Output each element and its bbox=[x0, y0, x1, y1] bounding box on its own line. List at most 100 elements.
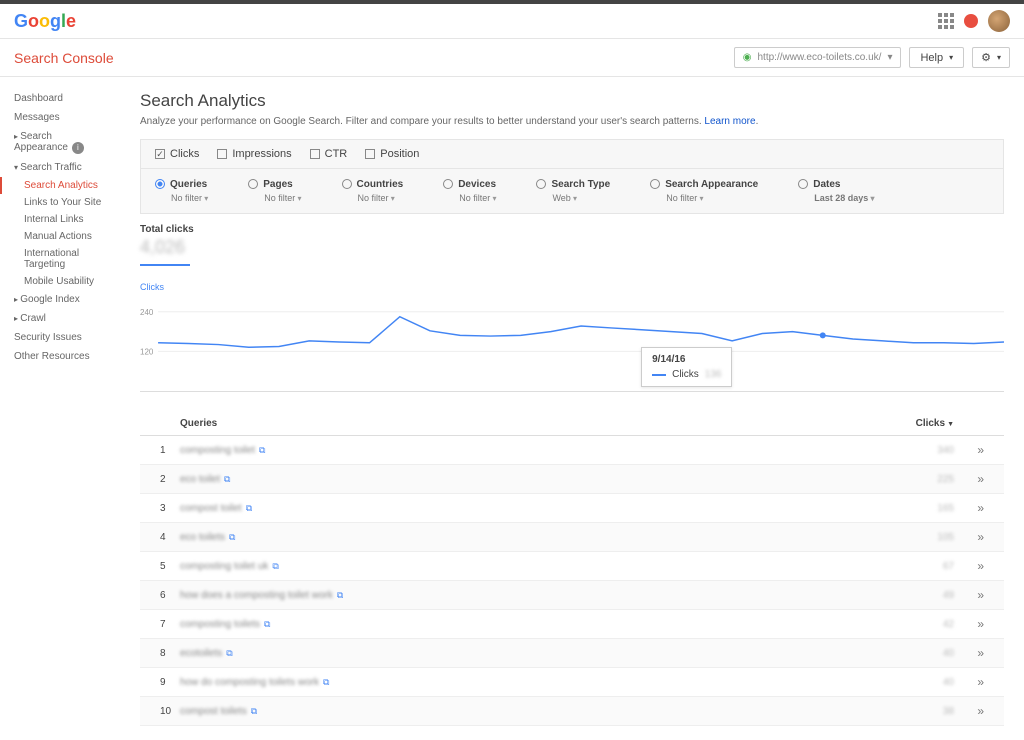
sidebar-item-internal-links[interactable]: Internal Links bbox=[0, 211, 120, 228]
help-button[interactable]: Help ▾ bbox=[909, 47, 964, 68]
table-row[interactable]: 1composting toilet⧉340» bbox=[140, 436, 1004, 465]
table-row[interactable]: 2eco toilet⧉225» bbox=[140, 465, 1004, 494]
metric-impressions[interactable]: Impressions bbox=[217, 148, 291, 160]
tooltip-label: Clicks bbox=[672, 369, 699, 380]
sidebar-item-intl-targeting[interactable]: International Targeting bbox=[0, 245, 120, 273]
sidebar-item-security[interactable]: Security Issues bbox=[0, 328, 120, 347]
chevron-right-icon[interactable]: » bbox=[977, 617, 984, 631]
table-row[interactable]: 6how does a composting toilet work⧉49 » bbox=[140, 581, 1004, 610]
row-clicks: 49 bbox=[894, 590, 954, 601]
sidebar-item-dashboard[interactable]: Dashboard bbox=[0, 89, 120, 108]
row-index: 10 bbox=[160, 706, 180, 717]
radio-icon bbox=[248, 179, 258, 189]
external-link-icon[interactable]: ⧉ bbox=[259, 445, 265, 455]
row-clicks: 40 bbox=[894, 677, 954, 688]
property-selector[interactable]: ◉ http://www.eco-toilets.co.uk/ ▾ bbox=[734, 47, 902, 68]
console-title[interactable]: Search Console bbox=[14, 50, 114, 66]
legend-line bbox=[652, 374, 666, 376]
row-clicks: 38 bbox=[894, 706, 954, 717]
row-clicks: 67 bbox=[894, 561, 954, 572]
table-row[interactable]: 7composting toilets⧉42» bbox=[140, 610, 1004, 639]
chevron-down-icon: ▾ bbox=[887, 52, 892, 63]
chevron-right-icon[interactable]: » bbox=[977, 704, 984, 718]
external-link-icon[interactable]: ⧉ bbox=[224, 474, 230, 484]
sidebar-item-links[interactable]: Links to Your Site bbox=[0, 194, 120, 211]
row-query: compost toilet⧉ bbox=[180, 503, 894, 514]
sidebar-item-search-appearance[interactable]: Search Appearancei bbox=[0, 127, 120, 158]
table-row[interactable]: 9how do composting toilets work⧉40» bbox=[140, 668, 1004, 697]
apps-icon[interactable] bbox=[938, 13, 954, 29]
avatar[interactable] bbox=[988, 10, 1010, 32]
google-logo[interactable]: Google bbox=[14, 11, 76, 32]
info-badge: i bbox=[72, 142, 84, 154]
sidebar-item-other[interactable]: Other Resources bbox=[0, 347, 120, 366]
external-link-icon[interactable]: ⧉ bbox=[337, 590, 343, 600]
settings-button[interactable]: ⚙ ▾ bbox=[972, 47, 1010, 68]
sidebar-item-search-analytics[interactable]: Search Analytics bbox=[0, 177, 120, 194]
external-link-icon[interactable]: ⧉ bbox=[272, 561, 278, 571]
dimension-dates[interactable]: DatesLast 28 days bbox=[798, 179, 874, 203]
metric-clicks[interactable]: Clicks bbox=[155, 148, 199, 160]
dimension-search-appearance[interactable]: Search AppearanceNo filter bbox=[650, 179, 758, 203]
row-index: 6 bbox=[160, 590, 180, 601]
chart-point bbox=[820, 332, 826, 338]
page-description: Analyze your performance on Google Searc… bbox=[140, 116, 1004, 127]
chevron-right-icon[interactable]: » bbox=[977, 646, 984, 660]
sidebar-item-search-traffic[interactable]: Search Traffic bbox=[0, 158, 120, 177]
notifications-icon[interactable] bbox=[964, 14, 978, 28]
metric-ctr[interactable]: CTR bbox=[310, 148, 348, 160]
radio-icon bbox=[342, 179, 352, 189]
sidebar-item-manual-actions[interactable]: Manual Actions bbox=[0, 228, 120, 245]
checkbox-icon bbox=[217, 149, 227, 159]
external-link-icon[interactable]: ⧉ bbox=[226, 648, 232, 658]
dimension-search-type[interactable]: Search TypeWeb bbox=[536, 179, 610, 203]
gear-icon: ⚙ bbox=[981, 51, 991, 64]
chevron-right-icon[interactable]: » bbox=[977, 501, 984, 515]
row-query: how does a composting toilet work⧉ bbox=[180, 590, 894, 601]
globe-icon: ◉ bbox=[743, 52, 752, 63]
metric-position[interactable]: Position bbox=[365, 148, 419, 160]
row-index: 8 bbox=[160, 648, 180, 659]
chevron-right-icon[interactable]: » bbox=[977, 530, 984, 544]
sidebar-item-google-index[interactable]: Google Index bbox=[0, 290, 120, 309]
totals-card: Total clicks 4,026 bbox=[140, 214, 1004, 276]
external-link-icon[interactable]: ⧉ bbox=[264, 619, 270, 629]
chevron-right-icon[interactable]: » bbox=[977, 675, 984, 689]
chart-section: Clicks 240 120 9/14/16 Clicks 136 bbox=[140, 282, 1004, 392]
table-row[interactable]: 5composting toilet uk⧉67» bbox=[140, 552, 1004, 581]
sidebar-item-mobile-usability[interactable]: Mobile Usability bbox=[0, 273, 120, 290]
tooltip-date: 9/14/16 bbox=[652, 354, 721, 365]
chevron-down-icon: ▾ bbox=[949, 53, 953, 62]
chevron-right-icon[interactable]: » bbox=[977, 559, 984, 573]
row-clicks: 165 bbox=[894, 503, 954, 514]
learn-more-link[interactable]: Learn more bbox=[704, 116, 755, 127]
chevron-right-icon[interactable]: » bbox=[977, 588, 984, 602]
chevron-right-icon[interactable]: » bbox=[977, 472, 984, 486]
table-row[interactable]: 3compost toilet⧉165» bbox=[140, 494, 1004, 523]
external-link-icon[interactable]: ⧉ bbox=[251, 706, 257, 716]
dimension-pages[interactable]: PagesNo filter bbox=[248, 179, 301, 203]
row-index: 1 bbox=[160, 445, 180, 456]
external-link-icon[interactable]: ⧉ bbox=[323, 677, 329, 687]
table-row[interactable]: 10compost toilets⧉38» bbox=[140, 697, 1004, 726]
sidebar-item-crawl[interactable]: Crawl bbox=[0, 309, 120, 328]
dimension-devices[interactable]: DevicesNo filter bbox=[443, 179, 496, 203]
col-queries[interactable]: Queries bbox=[180, 418, 894, 429]
chevron-right-icon[interactable]: » bbox=[977, 443, 984, 457]
dimension-countries[interactable]: CountriesNo filter bbox=[342, 179, 404, 203]
sidebar-item-messages[interactable]: Messages bbox=[0, 108, 120, 127]
external-link-icon[interactable]: ⧉ bbox=[246, 503, 252, 513]
global-header: Google bbox=[0, 4, 1024, 39]
row-query: composting toilet uk⧉ bbox=[180, 561, 894, 572]
chart-line bbox=[158, 317, 1004, 347]
clicks-chart[interactable]: 240 120 9/14/16 Clicks 136 bbox=[140, 292, 1004, 392]
table-row[interactable]: 8ecotoilets⧉40» bbox=[140, 639, 1004, 668]
dimension-queries[interactable]: QueriesNo filter bbox=[155, 179, 208, 203]
property-url: http://www.eco-toilets.co.uk/ bbox=[757, 52, 881, 63]
axis-tick: 240 bbox=[140, 308, 154, 317]
col-clicks[interactable]: Clicks bbox=[894, 418, 954, 429]
row-index: 4 bbox=[160, 532, 180, 543]
external-link-icon[interactable]: ⧉ bbox=[229, 532, 235, 542]
row-index: 9 bbox=[160, 677, 180, 688]
table-row[interactable]: 4eco toilets⧉105» bbox=[140, 523, 1004, 552]
